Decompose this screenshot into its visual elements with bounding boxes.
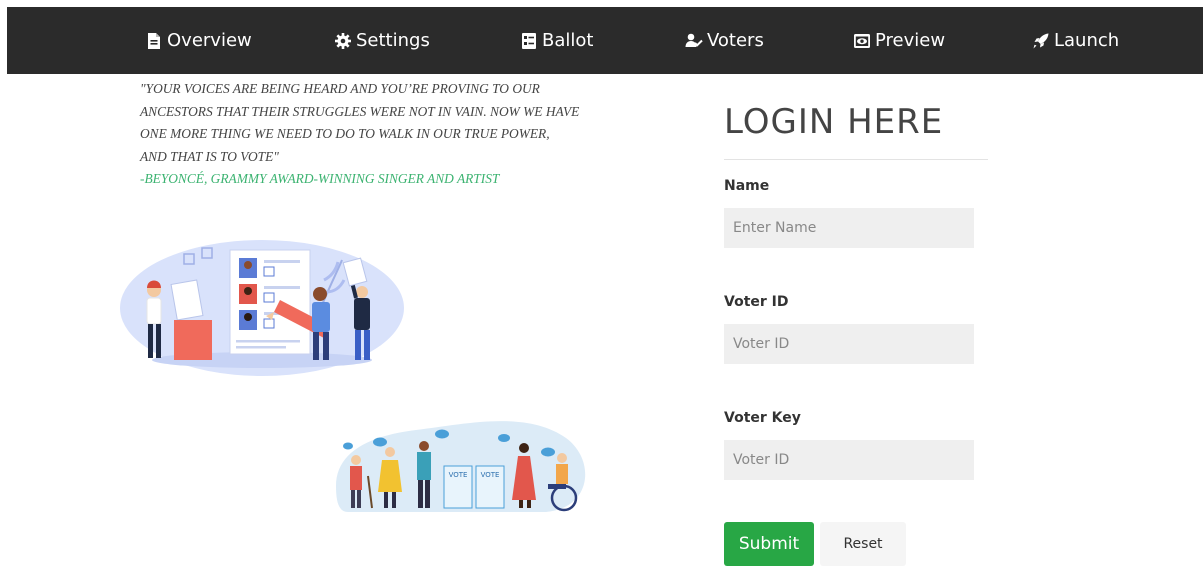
nav-ballot[interactable]: Ballot [520,7,593,74]
login-title: LOGIN HERE [724,102,944,142]
nav-overview-label: Overview [167,30,252,51]
nav-voters-label: Voters [707,30,764,51]
nav-ballot-label: Ballot [542,30,594,51]
preview-icon [853,32,871,50]
quote-line: one more thing we need to do to walk in … [140,126,550,141]
gear-icon [334,32,352,50]
quote-attribution: -Beyoncé, Grammy Award-winning singer an… [140,171,500,186]
voting-crowd-illustration: VOTE VOTE [336,421,586,512]
nav-launch[interactable]: Launch [1032,7,1119,74]
nav-settings[interactable]: Settings [334,7,430,74]
ballot-box-label: VOTE [449,471,468,479]
voter-key-label: Voter Key [724,410,801,426]
reset-button[interactable]: Reset [820,522,906,566]
quote-line: ancestors that their struggles were not … [140,103,580,119]
ballot-board-illustration [120,240,404,376]
voting-quote: "Your voices are being heard and you’re … [140,78,640,191]
nav-launch-label: Launch [1054,30,1120,51]
nav-voters[interactable]: Voters [685,7,764,74]
top-navbar: Overview Settings Ballot Voters Preview … [7,7,1203,74]
document-icon [145,32,163,50]
ballot-box-label: VOTE [481,471,500,479]
voter-key-input[interactable] [724,440,974,480]
name-input[interactable] [724,208,974,248]
nav-preview-label: Preview [875,30,946,51]
name-label: Name [724,178,770,194]
voter-id-label: Voter ID [724,294,789,310]
nav-overview[interactable]: Overview [145,7,252,74]
divider [724,159,988,160]
voters-icon [685,32,703,50]
submit-button[interactable]: Submit [724,522,814,566]
voter-id-input[interactable] [724,324,974,364]
nav-preview[interactable]: Preview [853,7,945,74]
rocket-icon [1032,32,1050,50]
quote-line: "Your voices are being heard and you’re … [140,81,540,96]
quote-line: and that is to vote" [140,148,279,164]
nav-settings-label: Settings [356,30,430,51]
ballot-icon [520,32,538,50]
